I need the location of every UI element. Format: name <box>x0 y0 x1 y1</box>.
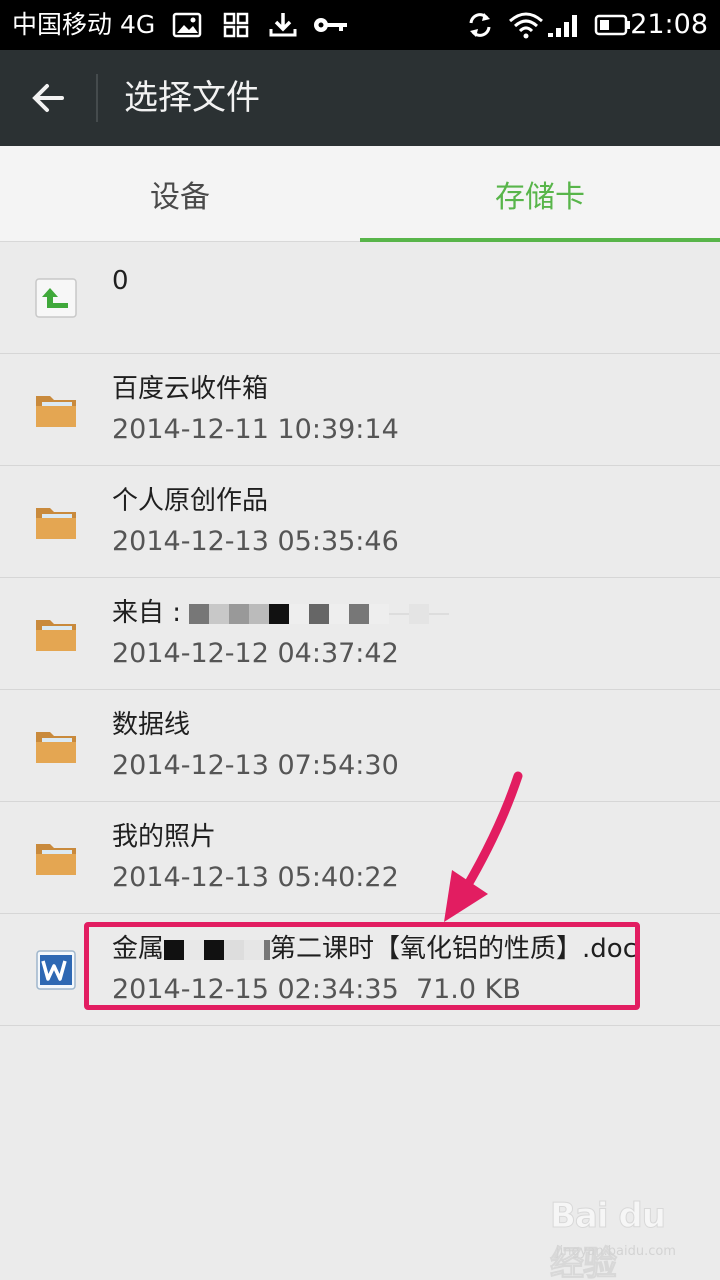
folder-name: 数据线 <box>112 710 191 740</box>
pointer-arrow <box>444 771 523 922</box>
download-icon <box>269 13 297 37</box>
folder-date: 2014-12-11 10:39:14 <box>112 414 399 445</box>
word-doc-icon <box>36 950 76 990</box>
highlight-box <box>84 922 640 1010</box>
folder-date: 2014-12-12 04:37:42 <box>112 638 399 669</box>
redacted-mosaic <box>189 597 450 631</box>
title-bar: 选择文件 <box>0 50 720 146</box>
baidu-jingyan-watermark: Bai du 经验 jingyan.baidu.com <box>550 1196 700 1280</box>
page-title: 选择文件 <box>124 78 260 118</box>
parent-folder-name: 0 <box>112 266 129 296</box>
back-button[interactable] <box>18 68 78 128</box>
signal-icon <box>548 15 577 37</box>
folder-name: 我的照片 <box>112 822 217 852</box>
status-bar: 中国移动 4G 21:08 <box>0 0 720 50</box>
clock: 21:08 <box>630 9 708 40</box>
tab-bar: 设备 存储卡 <box>0 146 720 242</box>
folder-name-prefix: 来自 : <box>112 598 182 628</box>
list-item-folder[interactable]: 我的照片 2014-12-13 05:40:22 <box>0 802 720 914</box>
folder-name: 来自 : <box>112 596 450 631</box>
list-item-folder[interactable]: 百度云收件箱 2014-12-11 10:39:14 <box>0 354 720 466</box>
folder-icon <box>36 620 76 651</box>
arrow-left-icon <box>32 84 64 112</box>
folder-date: 2014-12-13 07:54:30 <box>112 750 399 781</box>
folder-icon <box>36 508 76 539</box>
folder-icon <box>36 732 76 763</box>
sync-icon <box>469 13 491 37</box>
folder-icon <box>36 844 76 875</box>
list-item-folder[interactable]: 来自 : 2014-12-12 04:37:42 <box>0 578 720 690</box>
folder-name: 百度云收件箱 <box>112 374 269 404</box>
key-icon <box>314 18 347 32</box>
watermark-logo: Bai du 经验 <box>550 1196 667 1280</box>
wifi-icon <box>509 12 543 39</box>
list-item-parent[interactable]: 0 <box>0 242 720 354</box>
folder-name: 个人原创作品 <box>112 486 269 516</box>
image-icon <box>172 12 202 38</box>
folder-date: 2014-12-13 05:40:22 <box>112 862 399 893</box>
folder-date: 2014-12-13 05:35:46 <box>112 526 399 557</box>
up-folder-icon <box>35 278 77 318</box>
tab-storage-card[interactable]: 存储卡 <box>360 146 720 242</box>
watermark-url: jingyan.baidu.com <box>556 1244 676 1259</box>
carrier-label: 中国移动 4G <box>12 10 156 39</box>
tab-device[interactable]: 设备 <box>0 146 360 242</box>
folder-icon <box>36 396 76 427</box>
battery-icon <box>594 14 630 36</box>
list-item-folder[interactable]: 个人原创作品 2014-12-13 05:35:46 <box>0 466 720 578</box>
file-list: 0 百度云收件箱 2014-12-11 10:39:14 个人原创作品 2014… <box>0 242 720 1026</box>
apps-icon <box>223 12 249 38</box>
list-item-folder[interactable]: 数据线 2014-12-13 07:54:30 <box>0 690 720 802</box>
title-divider <box>96 74 98 122</box>
